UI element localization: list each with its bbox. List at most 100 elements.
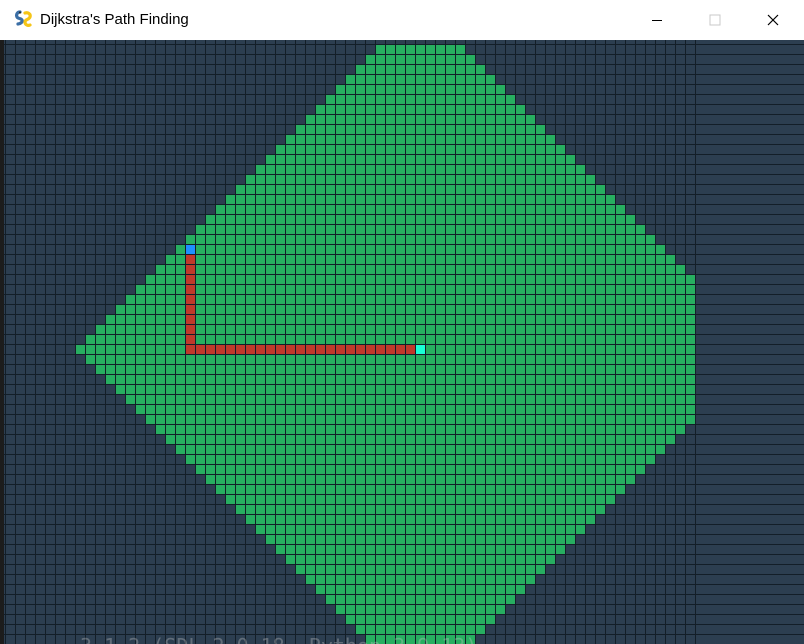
visited-cell[interactable] [655, 374, 665, 384]
visited-cell[interactable] [375, 264, 385, 274]
visited-cell[interactable] [325, 294, 335, 304]
visited-cell[interactable] [465, 444, 475, 454]
visited-cell[interactable] [455, 424, 465, 434]
visited-cell[interactable] [515, 424, 525, 434]
visited-cell[interactable] [515, 224, 525, 234]
visited-cell[interactable] [275, 374, 285, 384]
visited-cell[interactable] [515, 484, 525, 494]
visited-cell[interactable] [375, 154, 385, 164]
visited-cell[interactable] [165, 394, 175, 404]
visited-cell[interactable] [495, 494, 505, 504]
visited-cell[interactable] [245, 354, 255, 364]
visited-cell[interactable] [325, 304, 335, 314]
visited-cell[interactable] [455, 214, 465, 224]
visited-cell[interactable] [465, 134, 475, 144]
visited-cell[interactable] [445, 324, 455, 334]
visited-cell[interactable] [365, 404, 375, 414]
visited-cell[interactable] [405, 494, 415, 504]
visited-cell[interactable] [195, 354, 205, 364]
visited-cell[interactable] [155, 274, 165, 284]
visited-cell[interactable] [295, 544, 305, 554]
visited-cell[interactable] [305, 184, 315, 194]
visited-cell[interactable] [665, 254, 675, 264]
visited-cell[interactable] [455, 374, 465, 384]
visited-cell[interactable] [535, 304, 545, 314]
visited-cell[interactable] [545, 204, 555, 214]
visited-cell[interactable] [385, 354, 395, 364]
visited-cell[interactable] [205, 274, 215, 284]
visited-cell[interactable] [225, 214, 235, 224]
visited-cell[interactable] [325, 124, 335, 134]
visited-cell[interactable] [305, 524, 315, 534]
visited-cell[interactable] [565, 234, 575, 244]
visited-cell[interactable] [525, 444, 535, 454]
visited-cell[interactable] [465, 574, 475, 584]
visited-cell[interactable] [175, 374, 185, 384]
visited-cell[interactable] [505, 594, 515, 604]
visited-cell[interactable] [275, 444, 285, 454]
visited-cell[interactable] [525, 504, 535, 514]
visited-cell[interactable] [445, 154, 455, 164]
visited-cell[interactable] [235, 194, 245, 204]
visited-cell[interactable] [385, 194, 395, 204]
visited-cell[interactable] [275, 314, 285, 324]
visited-cell[interactable] [495, 134, 505, 144]
visited-cell[interactable] [345, 424, 355, 434]
visited-cell[interactable] [425, 374, 435, 384]
visited-cell[interactable] [505, 524, 515, 534]
visited-cell[interactable] [385, 474, 395, 484]
visited-cell[interactable] [325, 414, 335, 424]
visited-cell[interactable] [335, 554, 345, 564]
visited-cell[interactable] [555, 144, 565, 154]
visited-cell[interactable] [105, 354, 115, 364]
visited-cell[interactable] [325, 204, 335, 214]
visited-cell[interactable] [425, 504, 435, 514]
visited-cell[interactable] [555, 494, 565, 504]
visited-cell[interactable] [525, 304, 535, 314]
visited-cell[interactable] [325, 254, 335, 264]
visited-cell[interactable] [365, 574, 375, 584]
visited-cell[interactable] [445, 244, 455, 254]
visited-cell[interactable] [435, 604, 445, 614]
visited-cell[interactable] [405, 484, 415, 494]
visited-cell[interactable] [415, 614, 425, 624]
visited-cell[interactable] [315, 334, 325, 344]
visited-cell[interactable] [495, 444, 505, 454]
visited-cell[interactable] [365, 74, 375, 84]
visited-cell[interactable] [405, 204, 415, 214]
visited-cell[interactable] [685, 374, 695, 384]
visited-cell[interactable] [335, 104, 345, 114]
visited-cell[interactable] [325, 404, 335, 414]
visited-cell[interactable] [465, 274, 475, 284]
visited-cell[interactable] [495, 264, 505, 274]
visited-cell[interactable] [475, 584, 485, 594]
visited-cell[interactable] [435, 314, 445, 324]
visited-cell[interactable] [575, 444, 585, 454]
visited-cell[interactable] [385, 424, 395, 434]
visited-cell[interactable] [315, 554, 325, 564]
visited-cell[interactable] [635, 374, 645, 384]
visited-cell[interactable] [575, 364, 585, 374]
visited-cell[interactable] [445, 614, 455, 624]
visited-cell[interactable] [365, 454, 375, 464]
visited-cell[interactable] [645, 374, 655, 384]
visited-cell[interactable] [305, 274, 315, 284]
visited-cell[interactable] [565, 294, 575, 304]
visited-cell[interactable] [335, 374, 345, 384]
visited-cell[interactable] [675, 354, 685, 364]
visited-cell[interactable] [645, 434, 655, 444]
visited-cell[interactable] [295, 164, 305, 174]
visited-cell[interactable] [475, 504, 485, 514]
visited-cell[interactable] [245, 394, 255, 404]
visited-cell[interactable] [585, 374, 595, 384]
visited-cell[interactable] [415, 574, 425, 584]
visited-cell[interactable] [535, 524, 545, 534]
visited-cell[interactable] [345, 484, 355, 494]
visited-cell[interactable] [345, 394, 355, 404]
visited-cell[interactable] [395, 194, 405, 204]
visited-cell[interactable] [675, 334, 685, 344]
visited-cell[interactable] [325, 564, 335, 574]
visited-cell[interactable] [465, 64, 475, 74]
visited-cell[interactable] [315, 514, 325, 524]
visited-cell[interactable] [385, 534, 395, 544]
